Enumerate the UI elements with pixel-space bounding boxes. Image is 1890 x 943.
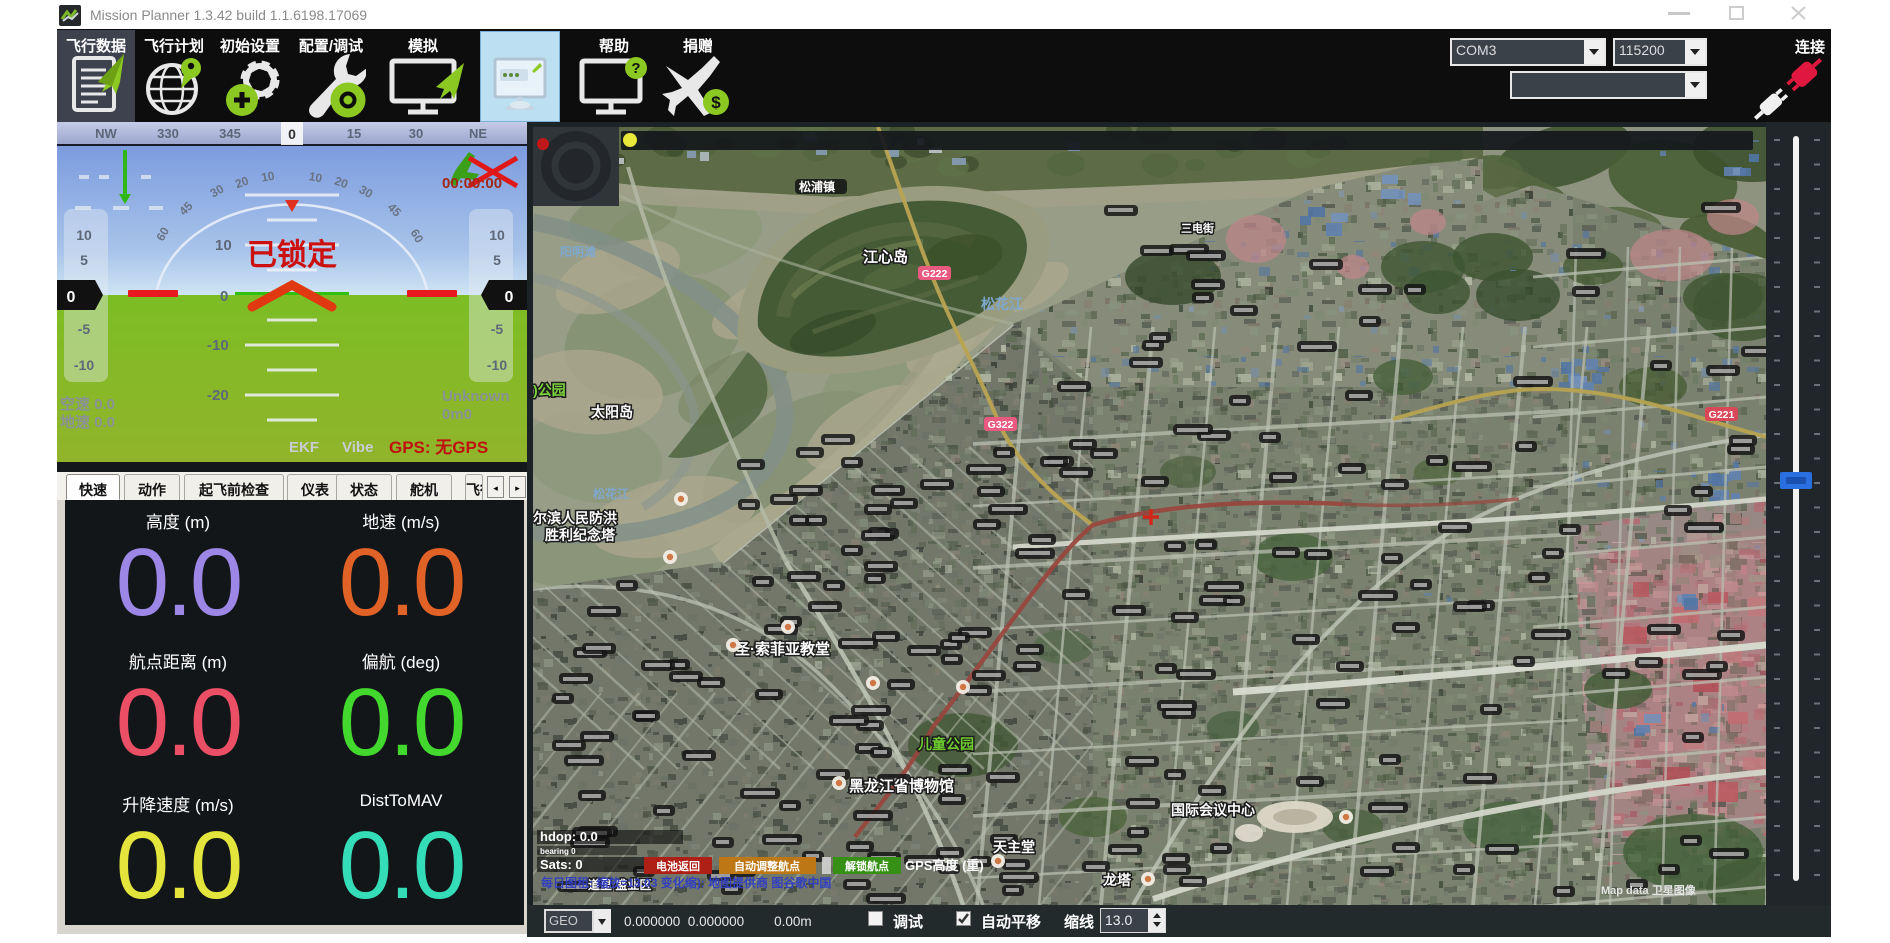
svg-text:EKF: EKF [289,439,319,456]
svg-text:10: 10 [308,169,324,185]
svg-text:-5: -5 [78,321,91,337]
svg-text:天主堂: 天主堂 [993,839,1035,855]
svg-text:330: 330 [157,126,179,141]
svg-text:30: 30 [409,126,423,141]
svg-text:-10: -10 [74,357,94,373]
svg-text:-5: -5 [491,321,504,337]
svg-text:15: 15 [347,126,361,141]
svg-text:Unknown: Unknown [442,388,510,405]
svg-text:空速 0.0: 空速 0.0 [60,395,115,413]
svg-text:G221: G221 [1709,409,1735,421]
svg-text:G222: G222 [922,268,948,280]
svg-text:345: 345 [219,126,241,141]
svg-text:地速 0.0: 地速 0.0 [60,413,115,431]
svg-text:阳明滩: 阳明滩 [560,244,596,259]
svg-text:10: 10 [489,227,505,243]
svg-text:bearing 0: bearing 0 [540,847,576,856]
svg-text:尔滨人民防洪: 尔滨人民防洪 [533,510,617,526]
svg-text:圣·索菲亚教堂: 圣·索菲亚教堂 [734,640,830,658]
svg-text:松浦镇: 松浦镇 [799,179,835,194]
svg-text:hdop: 0.0: hdop: 0.0 [540,829,598,844]
svg-text:已锁定: 已锁定 [247,238,337,272]
svg-text:解锁航点: 解锁航点 [845,859,889,873]
svg-text:5: 5 [493,252,501,268]
svg-text:-10: -10 [207,337,229,354]
svg-text:10: 10 [76,227,92,243]
svg-text:Map data 卫星图像: Map data 卫星图像 [1601,883,1697,897]
svg-text:松花江: 松花江 [593,486,629,501]
svg-text:胜利纪念塔: 胜利纪念塔 [545,527,616,543]
svg-text:电池返回: 电池返回 [656,859,700,873]
svg-text:?: ? [631,60,640,77]
svg-text:自动调整航点: 自动调整航点 [734,859,800,873]
svg-text:-20: -20 [207,387,229,404]
svg-text:)公园: )公园 [533,382,566,398]
svg-text:三电街: 三电街 [1181,221,1214,235]
svg-text:儿童公园: 儿童公园 [917,736,974,752]
svg-text:00:00:00: 00:00:00 [442,175,502,192]
svg-text:0m0: 0m0 [442,406,472,423]
svg-text:江心岛: 江心岛 [863,248,908,266]
svg-text:5: 5 [80,252,88,268]
svg-text:0: 0 [505,289,514,306]
svg-text:0: 0 [288,126,296,142]
svg-text:国际会议中心: 国际会议中心 [1171,802,1255,818]
svg-text:G322: G322 [988,419,1014,431]
svg-text:GPS: 无GPS: GPS: 无GPS [389,438,488,457]
svg-text:0: 0 [67,289,76,306]
svg-text:太阳岛: 太阳岛 [591,404,633,420]
svg-text:GPS高度 (重): GPS高度 (重) [905,858,984,873]
svg-text:-10: -10 [487,357,507,373]
svg-text:10: 10 [215,237,232,254]
svg-text:每日图租: 缩放=13.03 变化缩): 地图提供商 图谷歌: 每日图租: 缩放=13.03 变化缩): 地图提供商 图谷歌中国 [541,875,831,890]
svg-text:NW: NW [95,126,117,141]
svg-text:$: $ [711,93,721,112]
svg-text:龙塔: 龙塔 [1102,872,1132,888]
svg-text:松花江: 松花江 [981,296,1023,312]
svg-text:NE: NE [469,126,487,141]
svg-text:黑龙江省博物馆: 黑龙江省博物馆 [849,777,954,795]
svg-text:10: 10 [260,169,276,185]
svg-text:0: 0 [220,288,228,305]
svg-text:Sats: 0: Sats: 0 [540,857,583,872]
svg-text:Vibe: Vibe [342,439,373,456]
